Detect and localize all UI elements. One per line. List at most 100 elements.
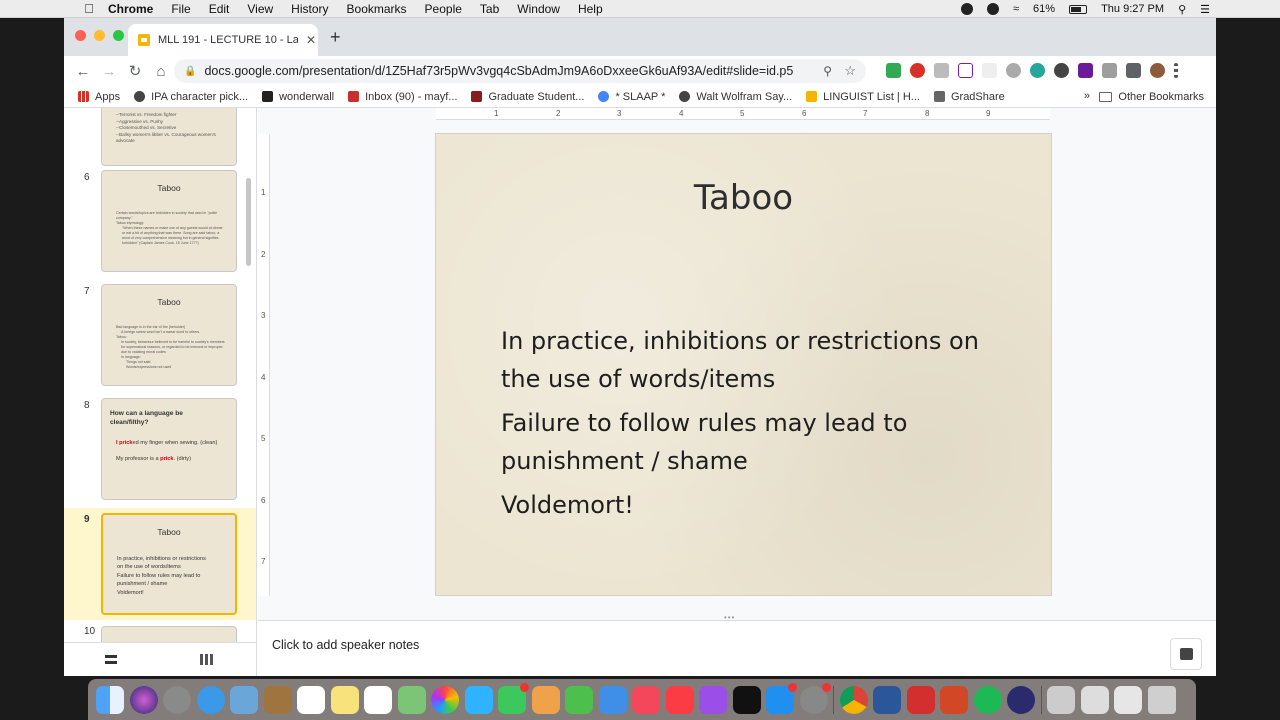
bookmark-apps[interactable]: Apps xyxy=(78,91,120,103)
trash-icon[interactable] xyxy=(1147,685,1176,714)
slide-thumbnail[interactable]: How can a language be clean/filthy? I pr… xyxy=(101,398,237,500)
slide-thumbnail[interactable]: Taboo Certain words/topics are forbidden… xyxy=(101,170,237,272)
reminders-icon[interactable] xyxy=(364,685,392,714)
app-store-icon[interactable] xyxy=(766,682,797,714)
menu-app-name[interactable]: Chrome xyxy=(108,2,153,16)
profile-avatar[interactable] xyxy=(1150,63,1165,78)
bookmarks-overflow-icon[interactable]: » xyxy=(1084,90,1090,102)
filmstrip-scrollbar[interactable] xyxy=(246,178,251,266)
record-icon[interactable] xyxy=(961,3,973,15)
slide-title[interactable]: Taboo xyxy=(436,178,1051,218)
photos-icon[interactable] xyxy=(431,685,459,714)
keynote-icon[interactable] xyxy=(598,685,627,714)
slide-thumbnail[interactable]: --Terrorist vs. Freedom fighter --Aggres… xyxy=(101,108,237,166)
apple-menu-icon[interactable]:  xyxy=(80,1,98,16)
extension-icon[interactable] xyxy=(934,63,949,78)
slide-bullet[interactable]: Failure to follow rules may lead to puni… xyxy=(501,404,1021,480)
slide-thumbnail[interactable]: Taboo Bad language is in the ear of the … xyxy=(101,284,237,386)
zoom-icon[interactable]: ⚲ xyxy=(823,64,832,78)
filmstrip-slide-6[interactable]: 6 Taboo Certain words/topics are forbidd… xyxy=(64,170,256,280)
wifi-icon[interactable]: ≈ xyxy=(1013,3,1019,15)
new-tab-icon[interactable]: + xyxy=(330,27,341,48)
menu-window[interactable]: Window xyxy=(517,2,560,16)
contacts-icon[interactable] xyxy=(263,685,292,714)
menu-help[interactable]: Help xyxy=(578,2,603,16)
speaker-notes[interactable]: Click to add speaker notes xyxy=(272,638,419,652)
music-icon[interactable] xyxy=(665,685,694,714)
extension-icon[interactable] xyxy=(958,63,973,78)
back-icon[interactable]: ← xyxy=(70,63,96,80)
grid-view-icon[interactable] xyxy=(200,654,213,665)
close-tab-icon[interactable]: ✕ xyxy=(306,33,316,47)
menu-bookmarks[interactable]: Bookmarks xyxy=(347,2,407,16)
screen-capture-icon[interactable] xyxy=(1047,685,1075,714)
numbers-icon[interactable] xyxy=(565,685,593,714)
extension-icon[interactable] xyxy=(910,63,925,78)
siri-icon[interactable] xyxy=(129,685,158,714)
siri-status-icon[interactable] xyxy=(987,3,999,15)
bookmark-graduate[interactable]: Graduate Student... xyxy=(471,91,584,103)
safari-icon[interactable] xyxy=(196,685,225,714)
address-bar[interactable]: 🔒 docs.google.com/presentation/d/1Z5Haf7… xyxy=(174,59,866,83)
spotify-icon[interactable] xyxy=(973,685,1002,714)
slide-bullet[interactable]: Voldemort! xyxy=(501,486,1021,524)
notes-icon[interactable] xyxy=(330,685,359,714)
slide-thumbnail[interactable]: Taboo In practice, inhibitions or restri… xyxy=(101,513,237,615)
extension-icon[interactable] xyxy=(1102,63,1117,78)
close-window-button[interactable] xyxy=(75,30,86,41)
bookmark-inbox[interactable]: Inbox (90) - mayf... xyxy=(348,91,457,103)
slide-bullet[interactable]: In practice, inhibitions or restrictions… xyxy=(501,322,1021,398)
filmstrip-slide-5[interactable]: --Terrorist vs. Freedom fighter --Aggres… xyxy=(64,108,256,174)
preview-icon[interactable] xyxy=(230,685,258,714)
news-icon[interactable] xyxy=(632,685,660,714)
extension-icon[interactable] xyxy=(886,63,901,78)
browser-tab[interactable]: MLL 191 - LECTURE 10 - Langu ✕ xyxy=(128,24,318,56)
extension-icon[interactable] xyxy=(1054,63,1069,78)
reload-icon[interactable]: ↻ xyxy=(122,62,148,80)
other-bookmarks[interactable]: Other Bookmarks xyxy=(1099,91,1204,103)
bookmark-linguist[interactable]: LINGUIST List | H... xyxy=(806,91,920,103)
powerpoint-icon[interactable] xyxy=(940,685,968,714)
clock[interactable]: Thu 9:27 PM xyxy=(1101,3,1164,15)
extension-icon[interactable] xyxy=(1030,63,1045,78)
filmstrip-slide-9[interactable]: 9 Taboo In practice, inhibitions or rest… xyxy=(64,508,256,620)
bookmark-slaap[interactable]: * SLAAP * xyxy=(598,91,665,103)
spotlight-icon[interactable]: ⚲ xyxy=(1178,3,1186,16)
quicktime-icon[interactable] xyxy=(1007,685,1035,714)
menu-view[interactable]: View xyxy=(247,2,273,16)
menu-edit[interactable]: Edit xyxy=(209,2,230,16)
pages-icon[interactable] xyxy=(531,685,560,714)
extensions-puzzle-icon[interactable] xyxy=(1126,63,1141,78)
battery-icon[interactable] xyxy=(1069,4,1088,14)
maps-icon[interactable] xyxy=(397,685,426,714)
bookmark-wolfram[interactable]: Walt Wolfram Say... xyxy=(679,91,792,103)
tv-icon[interactable] xyxy=(732,685,761,714)
finder-icon[interactable] xyxy=(96,685,124,714)
control-center-icon[interactable]: ☰ xyxy=(1200,3,1210,16)
chrome-menu-icon[interactable] xyxy=(1174,63,1178,78)
lock-icon[interactable]: 🔒 xyxy=(184,66,196,77)
home-icon[interactable]: ⌂ xyxy=(148,63,174,80)
filmstrip-slide-8[interactable]: 8 How can a language be clean/filthy? I … xyxy=(64,398,256,508)
system-preferences-icon[interactable] xyxy=(799,682,831,714)
word-icon[interactable] xyxy=(873,685,901,714)
minimize-window-button[interactable] xyxy=(94,30,105,41)
bookmark-gradshare[interactable]: GradShare xyxy=(933,91,1005,103)
messages-icon[interactable] xyxy=(464,685,493,714)
extension-icon[interactable] xyxy=(1078,63,1093,78)
url-text[interactable]: docs.google.com/presentation/d/1Z5Haf73r… xyxy=(204,64,793,78)
menu-tab[interactable]: Tab xyxy=(480,2,499,16)
bookmark-star-icon[interactable]: ☆ xyxy=(844,63,856,79)
podcasts-icon[interactable] xyxy=(699,685,727,714)
acrobat-icon[interactable] xyxy=(906,685,935,714)
explore-button[interactable] xyxy=(1170,638,1202,670)
filmstrip-slide-7[interactable]: 7 Taboo Bad language is in the ear of th… xyxy=(64,284,256,394)
slide-body[interactable]: In practice, inhibitions or restrictions… xyxy=(501,322,1021,530)
downloads-stack-icon[interactable] xyxy=(1080,685,1109,714)
extension-icon[interactable] xyxy=(982,63,997,78)
slide-canvas[interactable]: Taboo In practice, inhibitions or restri… xyxy=(435,133,1052,596)
menu-people[interactable]: People xyxy=(425,2,462,16)
fullscreen-window-button[interactable] xyxy=(113,30,124,41)
bookmark-wonderwall[interactable]: wonderwall xyxy=(262,91,334,103)
documents-stack-icon[interactable] xyxy=(1114,685,1142,714)
